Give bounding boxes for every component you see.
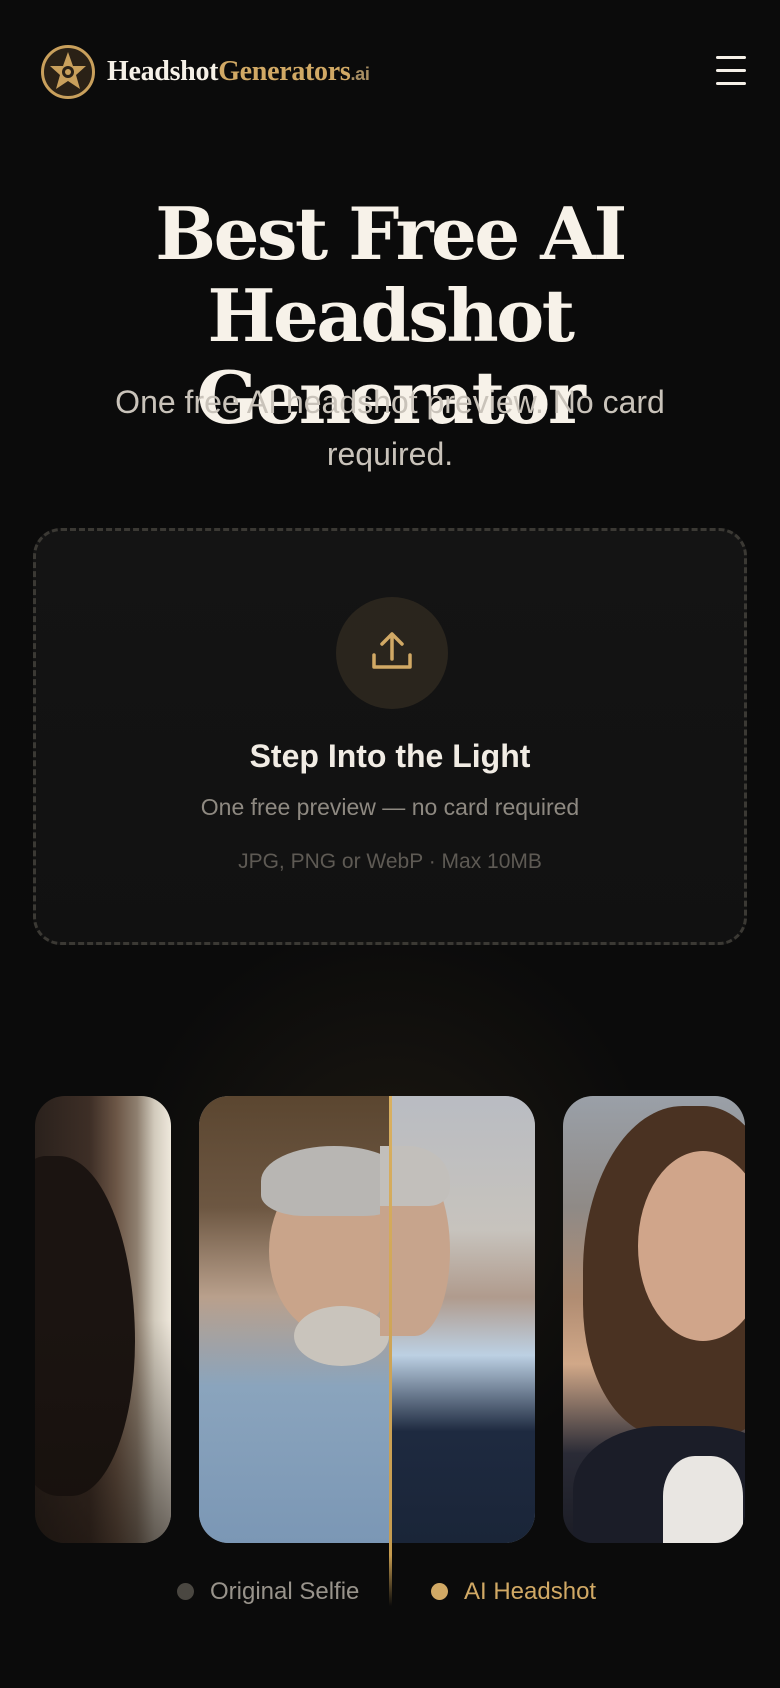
hamburger-menu-icon[interactable]	[716, 56, 748, 86]
ai-headshot-half	[380, 1096, 535, 1543]
upload-subtitle: One free preview — no card required	[200, 794, 580, 820]
upload-icon	[372, 632, 412, 669]
original-selfie-half	[199, 1096, 407, 1543]
portrait-hair	[35, 1156, 135, 1496]
site-header: HeadshotGenerators.ai	[0, 0, 780, 150]
brand-part-tld: .ai	[350, 64, 370, 84]
upload-dropzone[interactable]: Step Into the Light One free preview — n…	[33, 528, 747, 945]
brand-name[interactable]: HeadshotGenerators.ai	[107, 56, 370, 88]
upload-title: Step Into the Light	[249, 738, 531, 774]
upload-icon-circle[interactable]	[336, 597, 448, 709]
legend-ai-headshot: AI Headshot	[464, 1578, 597, 1605]
legend-original-selfie: Original Selfie	[210, 1578, 360, 1605]
brand-part-generators: Generators	[218, 56, 351, 87]
star-badge-icon[interactable]	[40, 44, 96, 100]
portrait-beard	[294, 1306, 389, 1366]
ai-headshot-dot	[431, 1583, 448, 1600]
example-card-right[interactable]	[563, 1096, 745, 1543]
brand-part-headshot: Headshot	[107, 56, 219, 87]
comparison-slider-handle[interactable]	[389, 1096, 392, 1606]
example-card-center[interactable]	[199, 1096, 535, 1543]
portrait-shirt	[663, 1456, 743, 1543]
hero-subtitle: One free AI headshot preview. No card re…	[115, 384, 665, 472]
example-card-left[interactable]	[35, 1096, 171, 1543]
upload-formats: JPG, PNG or WebP · Max 10MB	[238, 850, 542, 873]
title-line-1: Best Free AI Headshot	[155, 191, 627, 358]
original-selfie-dot	[177, 1583, 194, 1600]
